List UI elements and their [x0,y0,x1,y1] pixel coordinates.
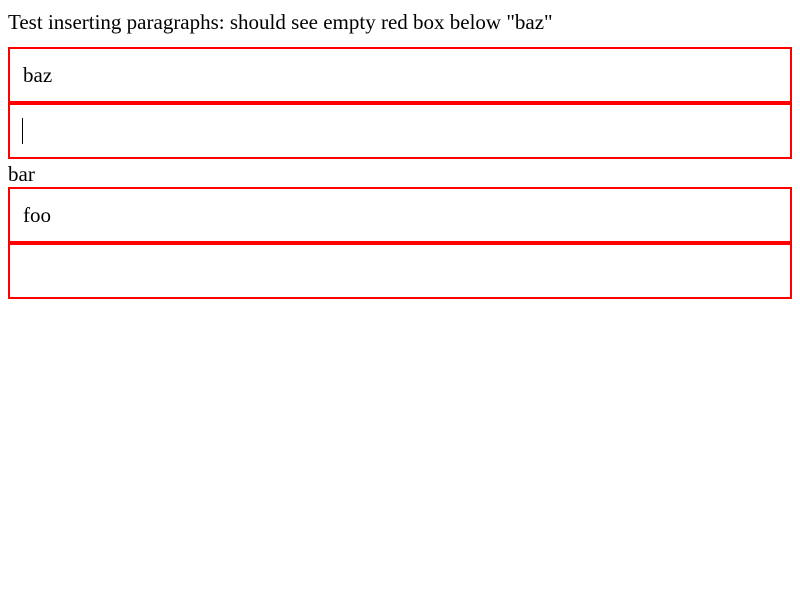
paragraph-box-empty[interactable] [8,243,792,299]
unboxed-text: bar [8,162,35,186]
paragraph-box-empty-focused[interactable] [8,103,792,159]
text-caret [22,118,23,144]
paragraph-box-foo[interactable]: foo [8,187,792,243]
paragraph-box-baz[interactable]: baz [8,47,792,103]
paragraph-text: baz [23,63,53,87]
test-description: Test inserting paragraphs: should see em… [8,10,553,34]
paragraph-text: foo [23,203,51,227]
